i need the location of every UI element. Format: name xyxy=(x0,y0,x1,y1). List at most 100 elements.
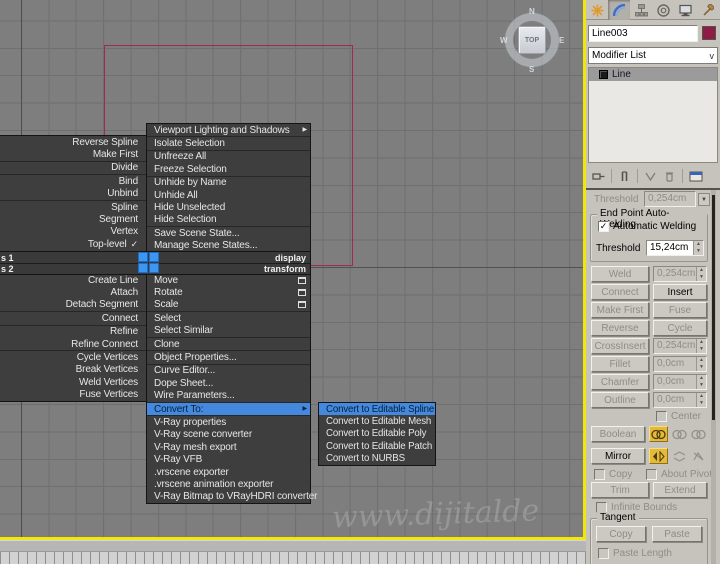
spinner-arrows[interactable]: ▲ ▼ xyxy=(693,241,703,255)
menu-item-reverse-spline[interactable]: Reverse Spline xyxy=(0,136,147,148)
remove-modifier-icon[interactable] xyxy=(663,170,676,183)
menu-item-detach-segment[interactable]: Detach Segment xyxy=(0,299,147,311)
menu-item-convert-to-editable-spline[interactable]: Convert to Editable Spline xyxy=(319,403,435,416)
time-slider-strip[interactable] xyxy=(0,540,586,551)
menu-item-break-vertices[interactable]: Break Vertices xyxy=(0,364,147,376)
viewcube[interactable]: TOP N E S W xyxy=(500,7,564,74)
spinner-arrows[interactable]: ▲ ▼ xyxy=(696,375,706,389)
checkbox-icon[interactable] xyxy=(656,411,667,422)
menu-item-select[interactable]: Select xyxy=(147,312,310,324)
menu-item-save-scene-state[interactable]: Save Scene State... xyxy=(147,227,310,239)
dropdown-arrow-icon[interactable]: ▼ xyxy=(698,193,710,206)
menu-item-unbind[interactable]: Unbind xyxy=(0,188,147,200)
object-name-input[interactable] xyxy=(588,25,698,42)
pin-stack-icon[interactable] xyxy=(592,170,605,183)
spinner-arrows[interactable]: ▲ ▼ xyxy=(696,393,706,407)
menu-item-viewport-lighting-and-shadows[interactable]: Viewport Lighting and Shadows ▶ xyxy=(147,124,310,136)
menu-item-unhide-all[interactable]: Unhide All xyxy=(147,189,310,201)
menu-item-top-level[interactable]: Top-level ✓ xyxy=(0,238,147,250)
tab-create[interactable] xyxy=(586,0,608,20)
boolean-union-icon[interactable] xyxy=(649,426,668,442)
menu-item-dope-sheet[interactable]: Dope Sheet... xyxy=(147,377,310,389)
automatic-welding-checkbox[interactable]: ✓ Automatic Welding xyxy=(598,221,696,232)
menu-item-select-similar[interactable]: Select Similar xyxy=(147,325,310,337)
menu-item-bind[interactable]: Bind xyxy=(0,175,147,187)
menu-item-vertex[interactable]: Vertex xyxy=(0,226,147,238)
mirror-button[interactable]: Mirror xyxy=(591,448,645,464)
cross-insert-button[interactable]: CrossInsert xyxy=(591,338,649,354)
menu-item-spline[interactable]: Spline xyxy=(0,201,147,213)
clipped-threshold-spinner[interactable]: 0,254cm xyxy=(644,191,696,207)
tangent-copy-button[interactable]: Copy xyxy=(596,526,646,542)
about-pivot-checkbox[interactable]: About Pivot xyxy=(646,469,712,480)
menu-item-convert-to-editable-poly[interactable]: Convert to Editable Poly xyxy=(319,428,435,440)
make-first-button[interactable]: Make First xyxy=(591,302,649,318)
outline-spinner[interactable]: 0,0cm ▲ ▼ xyxy=(653,392,707,408)
track-bar-ruler[interactable] xyxy=(0,551,586,564)
checkbox-icon[interactable] xyxy=(594,469,605,480)
connect-button[interactable]: Connect xyxy=(591,284,649,300)
tab-utilities[interactable] xyxy=(696,0,718,20)
menu-item-move[interactable]: Move xyxy=(147,274,310,286)
tangent-paste-button[interactable]: Paste xyxy=(652,526,702,542)
menu-item-make-first[interactable]: Make First xyxy=(0,148,147,160)
menu-item-v-ray-mesh-export[interactable]: V-Ray mesh export xyxy=(147,441,310,453)
panel-scrollbar-thumb[interactable] xyxy=(712,195,715,420)
menu-item-attach[interactable]: Attach xyxy=(0,286,147,298)
menu-item-fuse-vertices[interactable]: Fuse Vertices xyxy=(0,389,147,401)
menu-item-convert-to-editable-patch[interactable]: Convert to Editable Patch xyxy=(319,440,435,452)
menu-item-refine-connect[interactable]: Refine Connect xyxy=(0,338,147,350)
checkbox-checked-icon[interactable]: ✓ xyxy=(598,221,609,232)
fuse-button[interactable]: Fuse xyxy=(653,302,707,318)
tab-modify[interactable] xyxy=(608,0,630,20)
chamfer-button[interactable]: Chamfer xyxy=(591,374,649,390)
extend-button[interactable]: Extend xyxy=(653,482,707,498)
menu-item-refine[interactable]: Refine xyxy=(0,326,147,338)
object-color-swatch[interactable] xyxy=(702,26,716,40)
menu-item-weld-vertices[interactable]: Weld Vertices xyxy=(0,376,147,388)
menu-item-vrscene-exporter[interactable]: .vrscene exporter xyxy=(147,466,310,478)
fillet-button[interactable]: Fillet xyxy=(591,356,649,372)
menu-item-freeze-selection[interactable]: Freeze Selection xyxy=(147,163,310,175)
menu-item-v-ray-properties[interactable]: V-Ray properties xyxy=(147,416,310,428)
show-end-result-icon[interactable] xyxy=(618,170,631,183)
menu-item-create-line[interactable]: Create Line xyxy=(0,274,147,286)
menu-item-cycle-vertices[interactable]: Cycle Vertices xyxy=(0,351,147,363)
menu-item-vrscene-animation-exporter[interactable]: .vrscene animation exporter xyxy=(147,478,310,490)
menu-item-rotate[interactable]: Rotate xyxy=(147,286,310,298)
spinner-arrows[interactable]: ▲ ▼ xyxy=(696,339,706,353)
boolean-button[interactable]: Boolean xyxy=(591,426,645,442)
trim-button[interactable]: Trim xyxy=(591,482,649,498)
cross-insert-spinner[interactable]: 0,254cm ▲ ▼ xyxy=(653,338,707,354)
mirror-vertical-icon[interactable] xyxy=(670,448,689,464)
cycle-button[interactable]: Cycle xyxy=(653,320,707,336)
weld-threshold-spinner[interactable]: 0,254cm ▲ ▼ xyxy=(653,266,707,282)
menu-item-unhide-by-name[interactable]: Unhide by Name xyxy=(147,177,310,189)
menu-item-v-ray-scene-converter[interactable]: V-Ray scene converter xyxy=(147,429,310,441)
mirror-both-icon[interactable] xyxy=(689,448,708,464)
weld-button[interactable]: Weld xyxy=(591,266,649,282)
modifier-stack-list[interactable]: Line xyxy=(588,67,718,163)
chamfer-spinner[interactable]: 0,0cm ▲ ▼ xyxy=(653,374,707,390)
menu-item-curve-editor[interactable]: Curve Editor... xyxy=(147,365,310,377)
menu-item-divide[interactable]: Divide xyxy=(0,162,147,174)
checkbox-icon[interactable] xyxy=(598,548,609,559)
boolean-intersection-icon[interactable] xyxy=(689,426,708,442)
viewcube-top-face[interactable]: TOP xyxy=(518,26,546,54)
stack-item-line[interactable]: Line xyxy=(589,68,717,81)
menu-item-connect[interactable]: Connect xyxy=(0,312,147,324)
menu-item-convert-to-editable-mesh[interactable]: Convert to Editable Mesh xyxy=(319,415,435,427)
outline-button[interactable]: Outline xyxy=(591,392,649,408)
tab-motion[interactable] xyxy=(652,0,674,20)
menu-item-convert-to-nurbs[interactable]: Convert to NURBS xyxy=(319,453,435,465)
tab-display[interactable] xyxy=(674,0,696,20)
boolean-subtraction-icon[interactable] xyxy=(670,426,689,442)
reverse-button[interactable]: Reverse xyxy=(591,320,649,336)
panel-scrollbar[interactable] xyxy=(711,190,716,564)
tab-hierarchy[interactable] xyxy=(630,0,652,20)
insert-button[interactable]: Insert xyxy=(653,284,707,300)
menu-item-isolate-selection[interactable]: Isolate Selection xyxy=(147,137,310,149)
menu-item-segment[interactable]: Segment xyxy=(0,213,147,225)
menu-item-v-ray-bitmap-to-vrayhdri-converter[interactable]: V-Ray Bitmap to VRayHDRI converter xyxy=(147,491,317,503)
mirror-horizontal-icon[interactable] xyxy=(649,448,668,464)
